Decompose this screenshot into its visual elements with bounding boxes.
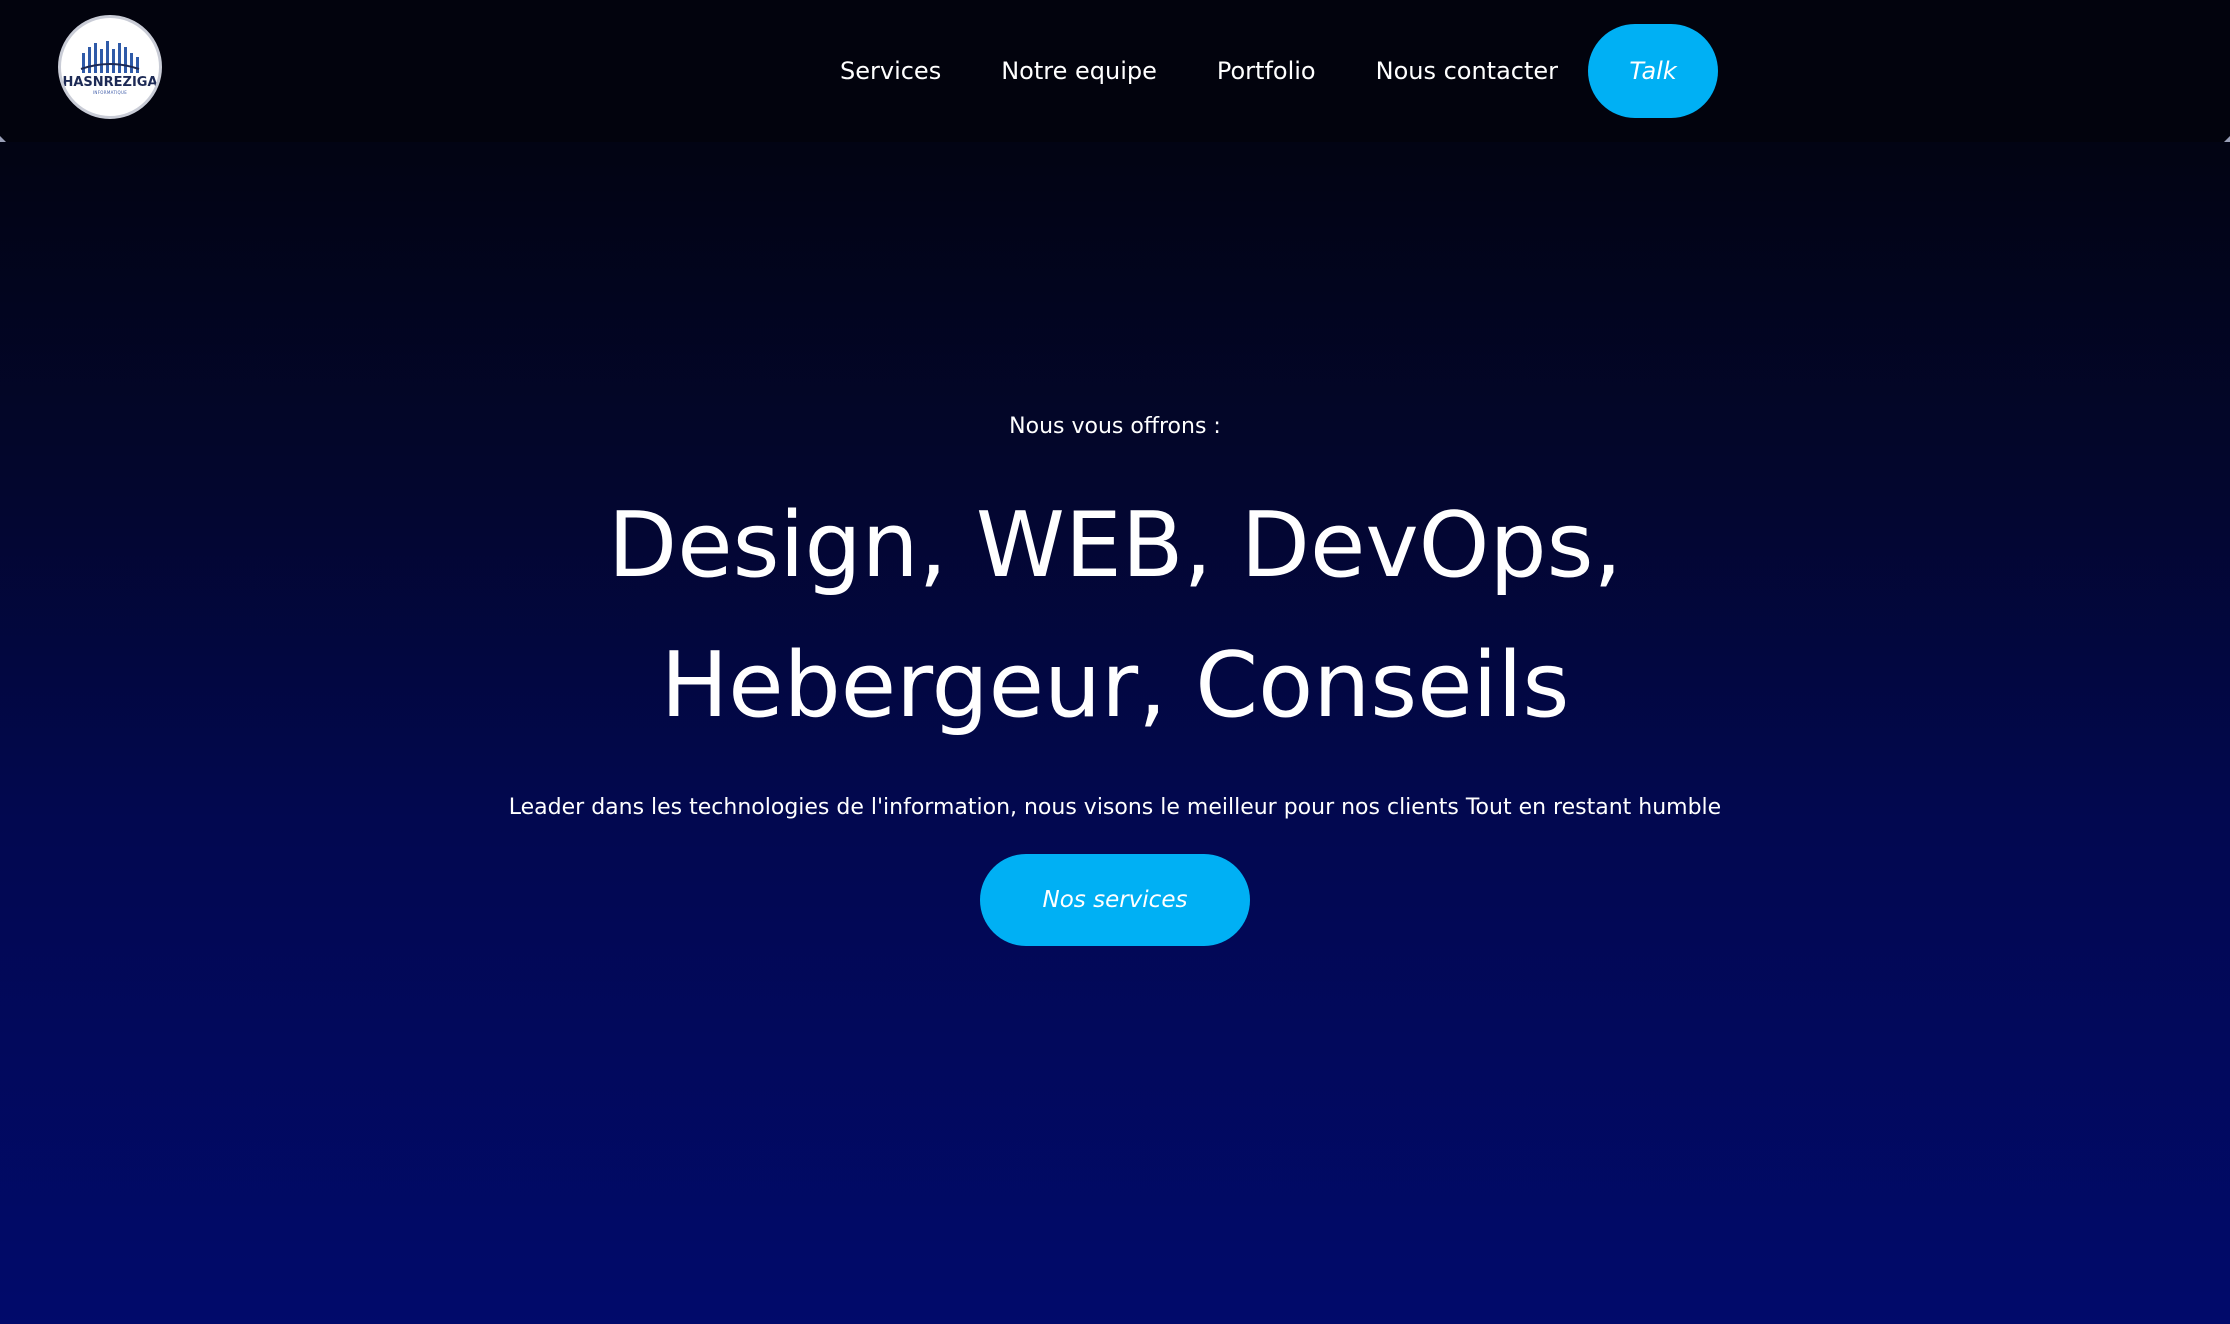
nav-link-portfolio[interactable]: Portfolio xyxy=(1217,57,1316,85)
hero-description: Leader dans les technologies de l'inform… xyxy=(508,795,1722,820)
nav-link-nous-contacter[interactable]: Nous contacter xyxy=(1376,57,1558,85)
logo-tagline: INFORMATIQUE xyxy=(92,90,128,95)
corner-decoration xyxy=(0,136,6,142)
nav-link-services[interactable]: Services xyxy=(840,57,941,85)
nos-services-button[interactable]: Nos services xyxy=(980,854,1250,946)
logo-wordmark: HASNREZIGA xyxy=(62,75,158,90)
hero-title-line-2: Hebergeur, Conseils xyxy=(660,633,1570,738)
hero-title: Design, WEB, DevOps, Hebergeur, Conseils xyxy=(0,476,2230,756)
logo-bars-icon xyxy=(80,41,140,73)
hero-section: Nous vous offrons : Design, WEB, DevOps,… xyxy=(0,400,2230,946)
hero-eyebrow: Nous vous offrons : xyxy=(1009,414,1221,439)
brand-logo[interactable]: HASNREZIGA INFORMATIQUE xyxy=(58,15,162,119)
hero-title-line-1: Design, WEB, DevOps, xyxy=(607,493,1623,598)
talk-button[interactable]: Talk xyxy=(1588,24,1719,118)
corner-decoration xyxy=(2224,136,2230,142)
site-header: HASNREZIGA INFORMATIQUE Services Notre e… xyxy=(0,0,2230,142)
nav-link-notre-equipe[interactable]: Notre equipe xyxy=(1001,57,1157,85)
main-nav: Services Notre equipe Portfolio Nous con… xyxy=(840,24,1719,118)
